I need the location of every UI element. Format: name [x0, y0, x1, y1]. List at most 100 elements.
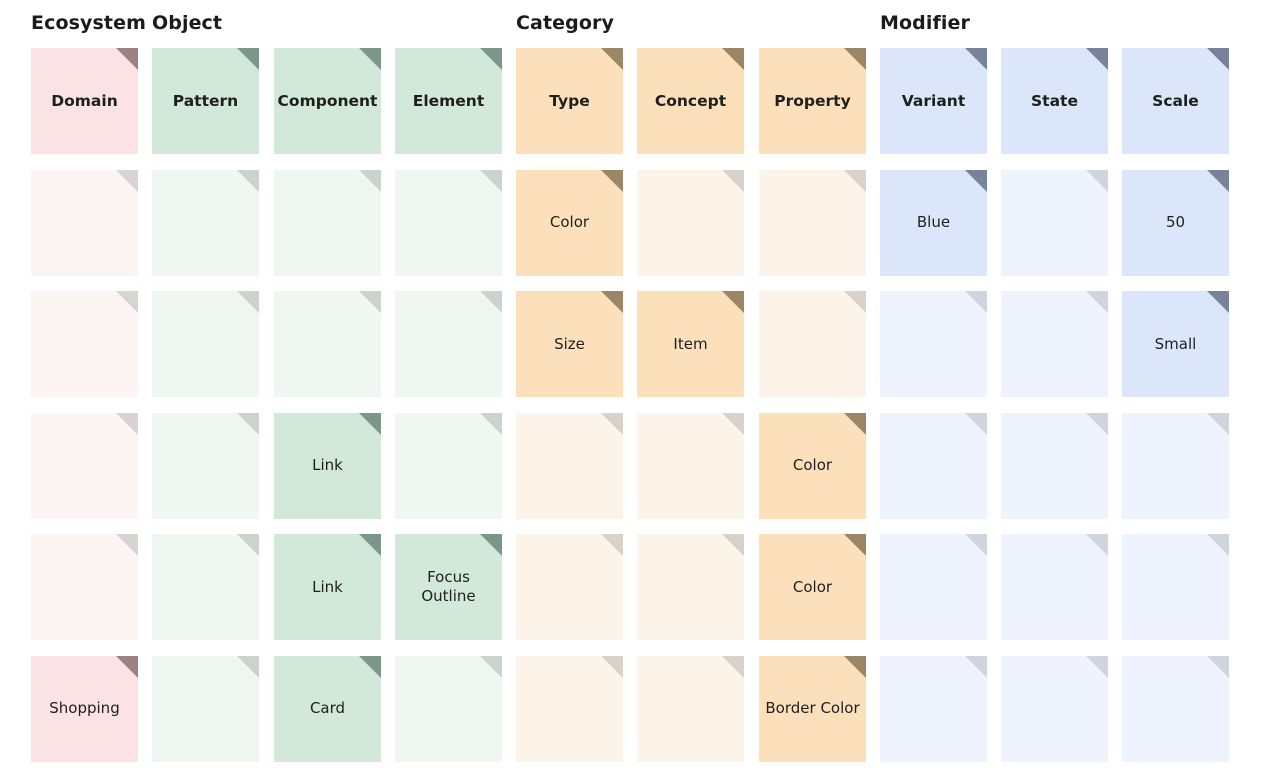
card-property-r0[interactable]: Property [759, 48, 866, 154]
page-fold-icon [116, 534, 138, 556]
card-pattern-r2[interactable] [152, 291, 259, 397]
card-element-r2[interactable] [395, 291, 502, 397]
card-property-r3[interactable]: Color [759, 412, 866, 519]
card-component-r4[interactable]: Link [274, 534, 381, 640]
card-pattern-r0[interactable]: Pattern [152, 48, 259, 154]
card-property-r5[interactable]: Border Color [759, 655, 866, 762]
page-fold-icon [116, 169, 138, 192]
card-scale-r4[interactable] [1122, 534, 1229, 640]
page-fold-icon [359, 291, 381, 313]
card-variant-r2[interactable] [880, 291, 987, 397]
page-fold-icon [480, 655, 502, 678]
card-state-r2[interactable] [1001, 291, 1108, 397]
card-label: Item [673, 334, 708, 353]
card-component-r3[interactable]: Link [274, 412, 381, 519]
card-scale-r3[interactable] [1122, 412, 1229, 519]
card-concept-r1[interactable] [637, 169, 744, 276]
card-pattern-r5[interactable] [152, 655, 259, 762]
card-domain-r1[interactable] [31, 169, 138, 276]
page-fold-icon [601, 655, 623, 678]
card-variant-r4[interactable] [880, 534, 987, 640]
card-type-r5[interactable] [516, 655, 623, 762]
page-fold-icon [601, 412, 623, 435]
card-component-r2[interactable] [274, 291, 381, 397]
card-scale-r1[interactable]: 50 [1122, 169, 1229, 276]
card-label: Blue [916, 213, 951, 231]
page-fold-icon [1086, 291, 1108, 313]
card-element-r0[interactable]: Element [395, 48, 502, 154]
card-component-r5[interactable]: Card [274, 655, 381, 762]
page-fold-icon [965, 534, 987, 556]
card-scale-r2[interactable]: Small [1122, 291, 1229, 397]
page-fold-icon [844, 48, 866, 70]
page-fold-icon [116, 655, 138, 678]
page-fold-icon [1086, 655, 1108, 678]
card-type-r4[interactable] [516, 534, 623, 640]
card-domain-r4[interactable] [31, 534, 138, 640]
card-element-r1[interactable] [395, 169, 502, 276]
card-concept-r0[interactable]: Concept [637, 48, 744, 154]
page-fold-icon [965, 169, 987, 192]
group-header-row: Ecosystem Object Category Modifier [0, 0, 1262, 46]
card-variant-r5[interactable] [880, 655, 987, 762]
card-type-r2[interactable]: Size [516, 291, 623, 397]
page-fold-icon [1086, 48, 1108, 70]
page-fold-icon [601, 48, 623, 70]
page-fold-icon [1086, 412, 1108, 435]
card-state-r1[interactable] [1001, 169, 1108, 276]
card-variant-r1[interactable]: Blue [880, 169, 987, 276]
page-fold-icon [359, 169, 381, 192]
card-property-r1[interactable] [759, 169, 866, 276]
card-label: Variant [901, 91, 966, 110]
card-row: Domain Pattern Component Element Type Concept… [0, 48, 1262, 170]
page-fold-icon [237, 291, 259, 313]
card-scale-r5[interactable] [1122, 655, 1229, 762]
card-label: Pattern [172, 91, 239, 110]
card-label: Card [309, 699, 346, 717]
card-concept-r4[interactable] [637, 534, 744, 640]
card-type-r0[interactable]: Type [516, 48, 623, 154]
card-state-r4[interactable] [1001, 534, 1108, 640]
page-fold-icon [237, 655, 259, 678]
card-label: Focus Outline [421, 568, 476, 605]
card-state-r5[interactable] [1001, 655, 1108, 762]
card-domain-r2[interactable] [31, 291, 138, 397]
card-concept-r2[interactable]: Item [637, 291, 744, 397]
page-fold-icon [359, 48, 381, 70]
card-label: Domain [51, 91, 118, 110]
card-label: Property [774, 91, 851, 110]
card-label: Color [549, 213, 590, 231]
page-fold-icon [965, 291, 987, 313]
card-concept-r3[interactable] [637, 412, 744, 519]
card-domain-r3[interactable] [31, 412, 138, 519]
card-pattern-r3[interactable] [152, 412, 259, 519]
card-variant-r0[interactable]: Variant [880, 48, 987, 154]
page-fold-icon [359, 655, 381, 678]
card-state-r0[interactable]: State [1001, 48, 1108, 154]
card-type-r1[interactable]: Color [516, 169, 623, 276]
card-property-r4[interactable]: Color [759, 534, 866, 640]
card-property-r2[interactable] [759, 291, 866, 397]
page-fold-icon [601, 291, 623, 313]
page-fold-icon [359, 412, 381, 435]
card-component-r0[interactable]: Component [274, 48, 381, 154]
page-fold-icon [965, 48, 987, 70]
card-variant-r3[interactable] [880, 412, 987, 519]
card-pattern-r4[interactable] [152, 534, 259, 640]
card-state-r3[interactable] [1001, 412, 1108, 519]
card-label: Component [277, 91, 378, 110]
page-fold-icon [844, 534, 866, 556]
page-fold-icon [844, 169, 866, 192]
card-scale-r0[interactable]: Scale [1122, 48, 1229, 154]
card-domain-r5[interactable]: Shopping [31, 655, 138, 762]
card-type-r3[interactable] [516, 412, 623, 519]
card-element-r3[interactable] [395, 412, 502, 519]
card-element-r4[interactable]: Focus Outline [395, 534, 502, 640]
page-fold-icon [116, 48, 138, 70]
card-component-r1[interactable] [274, 169, 381, 276]
card-pattern-r1[interactable] [152, 169, 259, 276]
card-concept-r5[interactable] [637, 655, 744, 762]
card-element-r5[interactable] [395, 655, 502, 762]
card-row: Shopping Card Border Color [0, 655, 1262, 778]
card-domain-r0[interactable]: Domain [31, 48, 138, 154]
